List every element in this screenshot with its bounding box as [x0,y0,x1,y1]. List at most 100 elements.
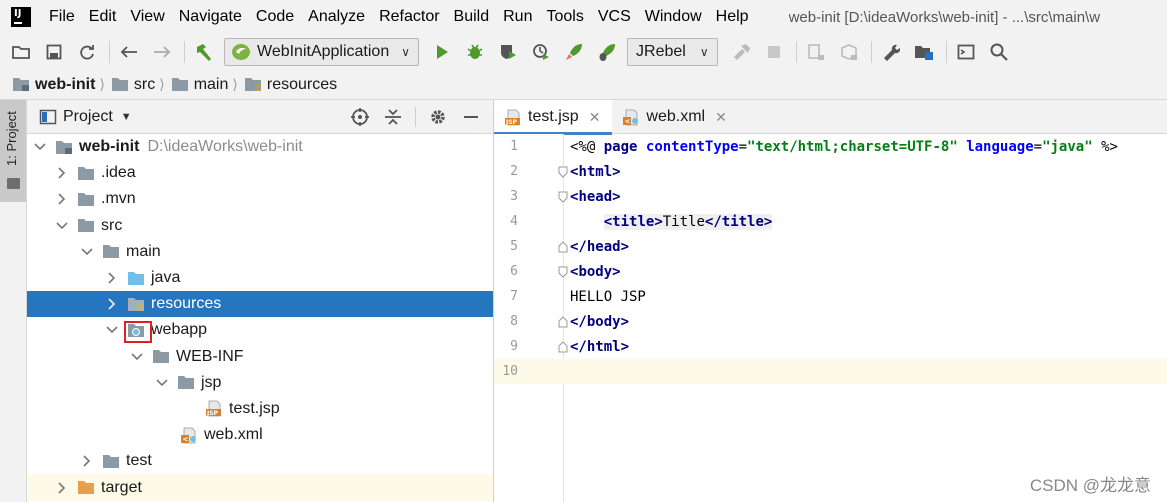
tab-web-xml[interactable]: < web.xml ✕ [612,100,738,134]
tree-item-jsp[interactable]: jsp [27,370,493,396]
tree-item-src[interactable]: src [27,213,493,239]
tree-item-target[interactable]: target [27,474,493,501]
code-line[interactable]: 8 </body> [494,309,1167,334]
chevron-right-icon[interactable] [55,166,69,180]
vcs-update-button[interactable] [803,39,829,65]
code-editor[interactable]: 1 <%@ page contentType="text/html;charse… [494,134,1167,502]
project-structure-button[interactable] [911,39,937,65]
menu-navigate[interactable]: Navigate [179,8,242,26]
svg-text:<: < [625,117,631,125]
tree-item-idea[interactable]: .idea [27,160,493,186]
menu-analyze[interactable]: Analyze [308,8,365,26]
tree-item-test[interactable]: test [27,448,493,474]
save-all-button[interactable] [41,39,67,65]
chevron-right-icon[interactable] [80,454,94,468]
profile-button[interactable] [528,39,554,65]
line-number: 8 [510,314,518,329]
left-tool-strip: 1: Project [0,100,27,502]
jrebel-run-button[interactable] [561,39,587,65]
attach-debugger-button[interactable] [728,39,754,65]
menu-file[interactable]: File [49,8,75,26]
close-icon[interactable]: ✕ [589,109,601,126]
close-icon[interactable]: ✕ [715,109,727,126]
code-line[interactable]: 9 </html> [494,334,1167,359]
code-line[interactable]: 2 <html> [494,159,1167,184]
menu-build[interactable]: Build [454,8,490,26]
caret-down-icon[interactable]: ▼ [121,111,132,123]
collapse-all-button[interactable] [382,106,404,128]
locate-file-button[interactable] [349,106,371,128]
chevron-down-icon[interactable] [33,140,47,154]
stop-button[interactable] [761,39,787,65]
debug-button[interactable] [462,39,488,65]
line-number: 7 [510,289,518,304]
chevron-down-icon[interactable] [55,219,69,233]
menu-tools[interactable]: Tools [546,8,583,26]
tab-test-jsp[interactable]: JSP test.jsp ✕ [494,100,613,135]
menu-run[interactable]: Run [503,8,532,26]
menu-edit[interactable]: Edit [89,8,117,26]
menu-help[interactable]: Help [716,8,749,26]
panel-settings-button[interactable] [427,106,449,128]
tree-item-main[interactable]: main [27,239,493,265]
crosshair-icon [351,108,369,126]
code-line-current[interactable]: 10 [494,359,1167,384]
folder-icon [102,453,120,469]
open-folder-button[interactable] [8,39,34,65]
chevron-right-icon[interactable] [105,297,119,311]
breadcrumb-item-src[interactable]: src [111,76,155,94]
vcs-commit-icon [840,44,857,60]
hide-panel-button[interactable] [460,106,482,128]
toolbar-separator [795,41,797,63]
sync-button[interactable] [74,39,100,65]
fold-marker-icon [558,315,568,327]
chevron-down-icon[interactable] [105,323,119,337]
chevron-down-icon[interactable] [130,350,144,364]
code-line[interactable]: 1 <%@ page contentType="text/html;charse… [494,134,1167,159]
run-with-coverage-button[interactable] [495,39,521,65]
tree-item-mvn[interactable]: .mvn [27,186,493,212]
vcs-commit-button[interactable] [836,39,862,65]
chevron-right-icon[interactable] [55,192,69,206]
tree-item-resources[interactable]: resources [27,291,493,318]
menu-refactor[interactable]: Refactor [379,8,439,26]
jrebel-debug-button[interactable] [594,39,620,65]
code-line[interactable]: 5 </head> [494,234,1167,259]
search-everywhere-button[interactable] [986,39,1012,65]
chevron-down-icon[interactable] [80,245,94,259]
back-button[interactable] [116,39,142,65]
chevron-right-icon[interactable] [105,271,119,285]
settings-button[interactable] [878,39,904,65]
chevron-down-icon[interactable] [155,376,169,390]
tree-item-webapp[interactable]: webapp [27,317,493,343]
breadcrumb-item-web-init[interactable]: web-init [12,76,95,94]
run-button[interactable] [429,39,455,65]
presentation-mode-button[interactable] [953,39,979,65]
menu-view[interactable]: View [130,8,164,26]
breadcrumb-item-main[interactable]: main [171,76,228,94]
code-line[interactable]: 4 <title>Title</title> [494,209,1167,234]
line-number: 2 [510,164,518,179]
tree-item-label: WEB-INF [176,347,244,365]
tree-item-web-init[interactable]: web-init D:\ideaWorks\web-init [27,134,493,160]
breadcrumb-item-resources[interactable]: resources [244,76,337,94]
project-tool-window-tab[interactable]: 1: Project [0,100,26,202]
tree-item-java[interactable]: java [27,265,493,291]
jrebel-dropdown[interactable]: JRebel ∨ [627,38,718,66]
tree-item-test-jsp[interactable]: JSP test.jsp [27,396,493,422]
project-view-selector[interactable]: Project [63,108,113,126]
tree-item-web-inf[interactable]: WEB-INF [27,344,493,370]
minimize-icon [464,116,478,118]
menu-vcs[interactable]: VCS [598,8,631,26]
jrebel-label: JRebel [636,43,686,60]
tree-item-web-xml[interactable]: < web.xml [27,422,493,448]
chevron-right-icon[interactable] [55,481,69,495]
forward-button[interactable] [149,39,175,65]
menu-code[interactable]: Code [256,8,294,26]
menu-window[interactable]: Window [645,8,702,26]
code-line[interactable]: 7 HELLO JSP [494,284,1167,309]
run-configuration-dropdown[interactable]: WebInitApplication ∨ [224,38,420,66]
code-line[interactable]: 6 <body> [494,259,1167,284]
build-button[interactable] [191,39,217,65]
code-line[interactable]: 3 <head> [494,184,1167,209]
